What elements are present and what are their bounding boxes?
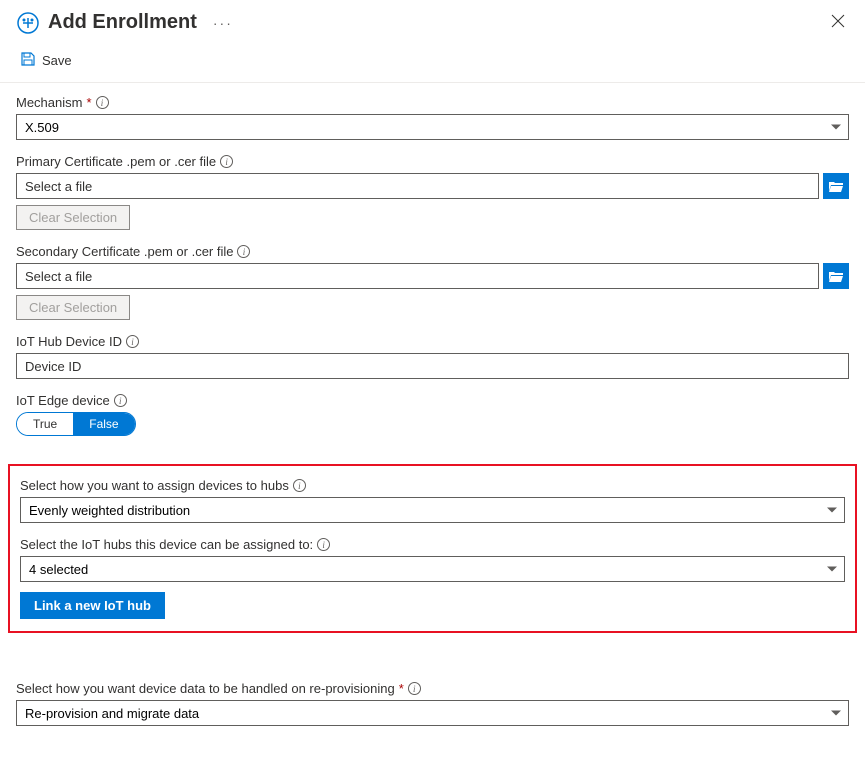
edge-device-false[interactable]: False bbox=[73, 413, 134, 435]
folder-open-icon bbox=[828, 268, 844, 284]
info-icon[interactable] bbox=[220, 155, 233, 168]
primary-certificate-field: Primary Certificate .pem or .cer file Cl… bbox=[16, 154, 849, 230]
reprovision-select[interactable]: Re-provision and migrate data bbox=[16, 700, 849, 726]
hub-select[interactable]: 4 selected bbox=[20, 556, 845, 582]
toolbar: Save bbox=[0, 43, 865, 83]
assign-policy-label: Select how you want to assign devices to… bbox=[20, 478, 289, 493]
page-title: Add Enrollment bbox=[48, 11, 197, 34]
primary-certificate-input[interactable] bbox=[16, 173, 819, 199]
secondary-certificate-input[interactable] bbox=[16, 263, 819, 289]
save-label: Save bbox=[42, 53, 72, 68]
mechanism-label: Mechanism bbox=[16, 95, 82, 110]
edge-device-label: IoT Edge device bbox=[16, 393, 110, 408]
browse-file-button[interactable] bbox=[823, 173, 849, 199]
folder-open-icon bbox=[828, 178, 844, 194]
save-icon bbox=[20, 51, 36, 70]
mechanism-select[interactable]: X.509 bbox=[16, 114, 849, 140]
device-id-input[interactable] bbox=[16, 353, 849, 379]
reprovision-field: Select how you want device data to be ha… bbox=[16, 681, 849, 726]
required-indicator: * bbox=[399, 681, 404, 696]
clear-primary-button[interactable]: Clear Selection bbox=[16, 205, 130, 230]
more-actions-button[interactable]: ··· bbox=[213, 15, 233, 31]
device-id-field: IoT Hub Device ID bbox=[16, 334, 849, 379]
assign-policy-select[interactable]: Evenly weighted distribution bbox=[20, 497, 845, 523]
info-icon[interactable] bbox=[317, 538, 330, 551]
edge-device-toggle: True False bbox=[16, 412, 136, 436]
device-id-label: IoT Hub Device ID bbox=[16, 334, 122, 349]
mechanism-field: Mechanism * X.509 bbox=[16, 95, 849, 140]
secondary-certificate-field: Secondary Certificate .pem or .cer file … bbox=[16, 244, 849, 320]
form-content: Mechanism * X.509 Primary Certificate .p… bbox=[0, 83, 865, 760]
hub-select-field: Select the IoT hubs this device can be a… bbox=[20, 537, 845, 582]
edge-device-field: IoT Edge device True False bbox=[16, 393, 849, 436]
close-button[interactable] bbox=[827, 10, 849, 35]
clear-secondary-button[interactable]: Clear Selection bbox=[16, 295, 130, 320]
reprovision-label: Select how you want device data to be ha… bbox=[16, 681, 395, 696]
info-icon[interactable] bbox=[408, 682, 421, 695]
edge-device-true[interactable]: True bbox=[17, 413, 73, 435]
info-icon[interactable] bbox=[126, 335, 139, 348]
required-indicator: * bbox=[86, 95, 91, 110]
hub-select-label: Select the IoT hubs this device can be a… bbox=[20, 537, 313, 552]
info-icon[interactable] bbox=[96, 96, 109, 109]
assign-policy-field: Select how you want to assign devices to… bbox=[20, 478, 845, 523]
info-icon[interactable] bbox=[237, 245, 250, 258]
info-icon[interactable] bbox=[114, 394, 127, 407]
primary-certificate-label: Primary Certificate .pem or .cer file bbox=[16, 154, 216, 169]
info-icon[interactable] bbox=[293, 479, 306, 492]
add-enrollment-icon bbox=[16, 11, 40, 35]
secondary-certificate-label: Secondary Certificate .pem or .cer file bbox=[16, 244, 233, 259]
page-header: Add Enrollment ··· bbox=[0, 0, 865, 43]
link-hub-button[interactable]: Link a new IoT hub bbox=[20, 592, 165, 619]
save-button[interactable]: Save bbox=[16, 47, 76, 74]
browse-file-button[interactable] bbox=[823, 263, 849, 289]
hub-assignment-section: Select how you want to assign devices to… bbox=[8, 464, 857, 633]
